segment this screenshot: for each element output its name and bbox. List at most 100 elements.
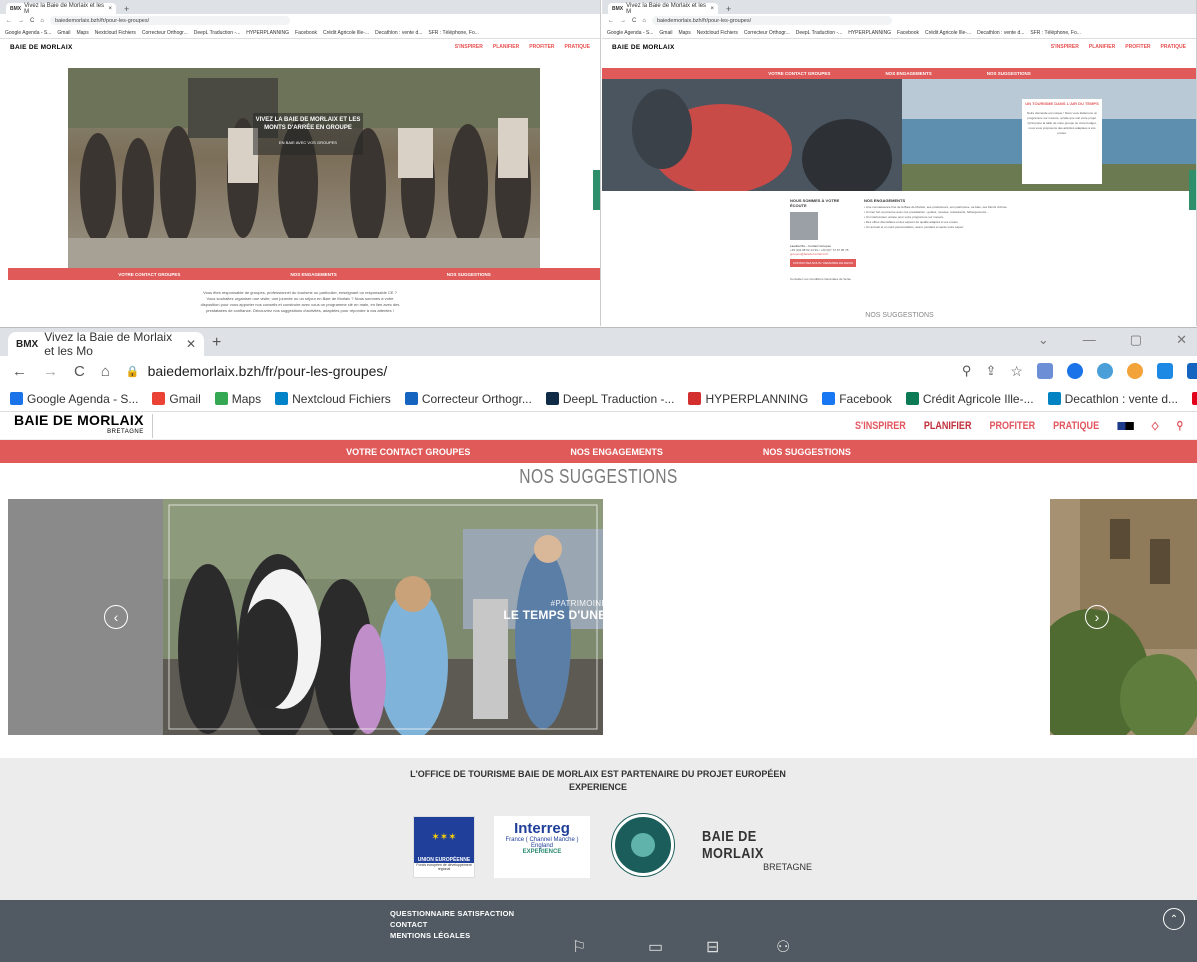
- new-tab-icon-main[interactable]: +: [212, 334, 221, 352]
- nav-item-0[interactable]: S'INSPIRER: [855, 420, 906, 432]
- language-flag-icon[interactable]: [1116, 421, 1134, 430]
- bookmark-item[interactable]: Crédit Agricole Ille-...: [905, 392, 1034, 406]
- new-tab-icon-right[interactable]: +: [726, 4, 731, 14]
- forward-icon[interactable]: →: [18, 18, 24, 24]
- carousel-next-button[interactable]: ›: [1085, 605, 1109, 629]
- bookmark-item[interactable]: Nextcloud Fichiers: [275, 392, 391, 406]
- bookmark-item[interactable]: Correcteur Orthogr...: [404, 392, 532, 406]
- extension-icon-4[interactable]: [1126, 363, 1143, 379]
- lock-icon[interactable]: 🔒: [126, 365, 140, 378]
- bookmark-item[interactable]: Google Agenda - S...: [5, 30, 51, 36]
- nav-item[interactable]: PRATIQUE: [1161, 44, 1186, 50]
- reload-icon-right[interactable]: C: [632, 18, 636, 24]
- extension-icon-1[interactable]: [1036, 363, 1053, 379]
- thumb-right-tab[interactable]: BMX Vivez la Baie de Morlaix et les M ×: [608, 3, 718, 15]
- nav-item[interactable]: PLANIFIER: [493, 44, 519, 50]
- bookmark-item[interactable]: Google Agenda - S...: [10, 392, 138, 406]
- carousel-prev-button[interactable]: ‹: [104, 605, 128, 629]
- section-nav-item[interactable]: VOTRE CONTACT GROUPES: [346, 447, 470, 457]
- bookmark-item[interactable]: Correcteur Orthogr...: [142, 30, 188, 36]
- bookmark-item[interactable]: Nextcloud Fichiers: [95, 30, 136, 36]
- maximize-icon[interactable]: ▢: [1130, 332, 1142, 348]
- nav-item[interactable]: S'INSPIRER: [455, 44, 483, 50]
- bookmark-item[interactable]: SFR : Téléphone, Fo...: [428, 30, 479, 36]
- back-icon[interactable]: ←: [6, 18, 12, 24]
- section-nav-item[interactable]: NOS ENGAGEMENTS: [885, 71, 931, 76]
- bookmark-item[interactable]: Maps: [678, 30, 690, 36]
- back-icon-main[interactable]: ←: [12, 363, 27, 380]
- bookmark-item[interactable]: DeepL Traduction -...: [545, 392, 674, 406]
- section-nav-item[interactable]: NOS ENGAGEMENTS: [570, 447, 663, 457]
- bookmark-item[interactable]: SFR : Téléphone, Fo...: [1192, 392, 1197, 406]
- nav-item[interactable]: PLANIFIER: [1089, 44, 1115, 50]
- nav-item-1[interactable]: PLANIFIER: [924, 420, 972, 432]
- bookmark-item[interactable]: Crédit Agricole Ille-...: [323, 30, 369, 36]
- extension-icon-5[interactable]: [1156, 363, 1173, 379]
- contact-button[interactable]: CONTACTEZ-NOUS / DEMANDE DE DEVIS: [790, 259, 856, 267]
- nav-item-2[interactable]: PROFITER: [989, 420, 1035, 432]
- nav-item[interactable]: PROFITER: [529, 44, 554, 50]
- nav-item[interactable]: S'INSPIRER: [1051, 44, 1079, 50]
- bookmark-item[interactable]: HYPERPLANNING: [688, 392, 808, 406]
- footer-link[interactable]: CONTACT: [390, 919, 514, 930]
- bookmark-item[interactable]: Gmail: [57, 30, 70, 36]
- interreg-logo[interactable]: Interreg France ( Channel Manche ) Engla…: [494, 816, 590, 878]
- forward-icon-right[interactable]: →: [620, 18, 626, 24]
- bookmark-item[interactable]: Google Agenda - S...: [607, 30, 653, 36]
- group-icon[interactable]: ⚇: [776, 937, 790, 957]
- bookmark-item[interactable]: HYPERPLANNING: [246, 30, 289, 36]
- briefcase-icon[interactable]: ⊟: [706, 937, 719, 957]
- thumb-right-url[interactable]: baiedemorlaix.bzh/fr/pour-les-groupes/: [651, 16, 892, 25]
- section-nav-item[interactable]: NOS SUGGESTIONS: [763, 447, 851, 457]
- nav-item[interactable]: PRATIQUE: [565, 44, 590, 50]
- bookmark-item[interactable]: Gmail: [152, 392, 201, 406]
- section-nav-item[interactable]: NOS ENGAGEMENTS: [290, 272, 336, 277]
- reload-icon-main[interactable]: C: [74, 363, 85, 380]
- minimize-icon[interactable]: —: [1083, 332, 1096, 348]
- nav-item[interactable]: PROFITER: [1125, 44, 1150, 50]
- bookmark-item[interactable]: HYPERPLANNING: [848, 30, 891, 36]
- section-nav-item[interactable]: VOTRE CONTACT GROUPES: [768, 71, 830, 76]
- site-logo[interactable]: BAIE DE MORLAIX BRETAGNE: [14, 413, 153, 438]
- extension-icon-3[interactable]: [1096, 363, 1113, 379]
- extension-icon-6[interactable]: [1186, 363, 1197, 379]
- signpost-icon[interactable]: ⚐: [572, 937, 586, 957]
- bookmark-item[interactable]: DeepL Traduction -...: [194, 30, 241, 36]
- nav-item-3[interactable]: PRATIQUE: [1053, 420, 1099, 432]
- extension-icon-2[interactable]: [1066, 363, 1083, 379]
- thumb-right-contact-email[interactable]: groupes@baiedemorlaix.bzh: [790, 252, 856, 256]
- bookmark-item[interactable]: Decathlon : vente d...: [375, 30, 422, 36]
- thumb-right-contact-note[interactable]: Consulter nos Conditions Générales de Ve…: [790, 277, 856, 281]
- thumb-left-logo[interactable]: BAIE DE MORLAIX: [10, 44, 73, 51]
- back-icon-right[interactable]: ←: [608, 18, 614, 24]
- bookmark-item[interactable]: Crédit Agricole Ille-...: [925, 30, 971, 36]
- scroll-top-icon[interactable]: ⌃: [1163, 908, 1185, 930]
- main-tab[interactable]: BMX Vivez la Baie de Morlaix et les Mo ✕: [8, 330, 204, 358]
- search-icon[interactable]: ⚲: [1176, 419, 1183, 432]
- bookmark-item[interactable]: DeepL Traduction -...: [796, 30, 843, 36]
- reload-icon[interactable]: C: [30, 18, 34, 24]
- home-icon[interactable]: ⌂: [40, 18, 44, 24]
- url-field[interactable]: 🔒 baiedemorlaix.bzh/fr/pour-les-groupes/: [126, 359, 946, 383]
- bdm-logo[interactable]: BAIE DE MORLAIX BRETAGNE: [702, 828, 812, 872]
- home-icon-main[interactable]: ⌂: [101, 363, 110, 380]
- home-icon-right[interactable]: ⌂: [642, 18, 646, 24]
- section-nav-item[interactable]: NOS SUGGESTIONS: [447, 272, 491, 277]
- thumb-right-logo[interactable]: BAIE DE MORLAIX: [612, 44, 675, 51]
- thumb-left-tab[interactable]: BMX Vivez la Baie de Morlaix et les M ×: [6, 3, 116, 15]
- forward-icon-main[interactable]: →: [43, 363, 58, 380]
- footer-link[interactable]: MENTIONS LÉGALES: [390, 930, 514, 941]
- bookmark-item[interactable]: Facebook: [295, 30, 317, 36]
- close-tab-icon[interactable]: ✕: [186, 337, 196, 351]
- thumb-left-url[interactable]: baiedemorlaix.bzh/fr/pour-les-groupes/: [49, 16, 290, 25]
- bookmark-item[interactable]: Gmail: [659, 30, 672, 36]
- book-icon[interactable]: ▭: [648, 937, 663, 957]
- new-tab-icon[interactable]: +: [124, 4, 129, 14]
- bookmark-item[interactable]: Decathlon : vente d...: [977, 30, 1024, 36]
- zoom-icon[interactable]: ⚲: [962, 363, 972, 379]
- bookmark-item[interactable]: Maps: [214, 392, 261, 406]
- eu-logo[interactable]: ✶✶✶ UNION EUROPÉENNE Fonds européen de d…: [413, 816, 475, 878]
- close-window-icon[interactable]: ✕: [1176, 332, 1187, 348]
- bookmark-item[interactable]: Facebook: [897, 30, 919, 36]
- section-nav-item[interactable]: NOS SUGGESTIONS: [987, 71, 1031, 76]
